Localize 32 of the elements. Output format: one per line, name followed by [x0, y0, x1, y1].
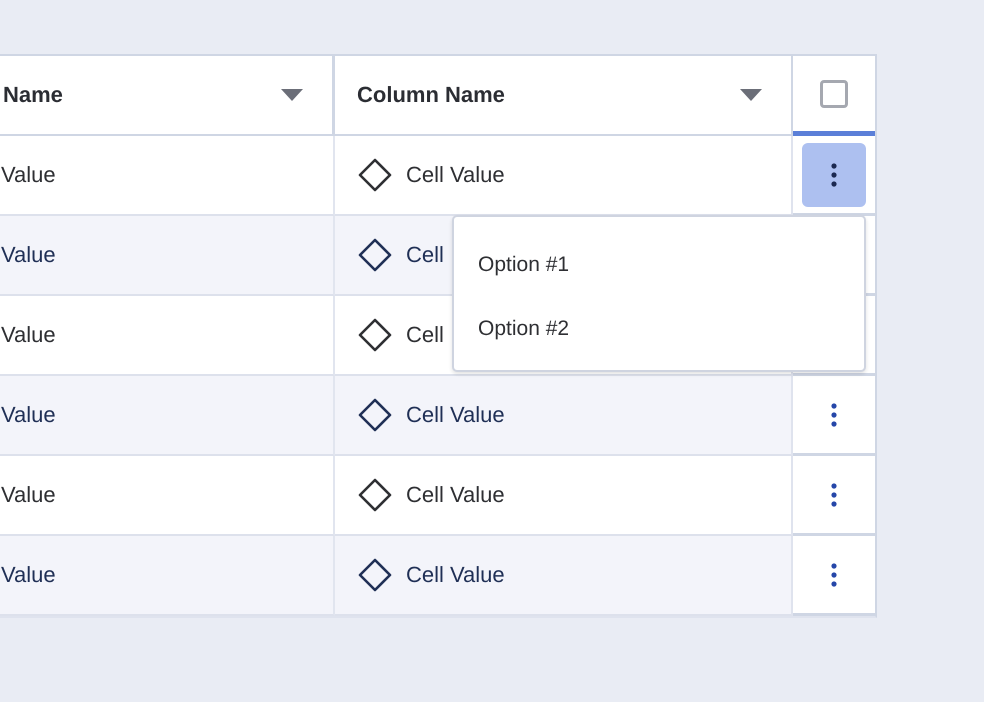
- table-cell: Value: [0, 456, 335, 536]
- diamond-icon: [358, 238, 392, 272]
- cell-text: Cell: [406, 242, 444, 268]
- more-icon: [831, 562, 837, 586]
- more-button[interactable]: [802, 142, 866, 206]
- caret-icon[interactable]: [280, 88, 304, 102]
- diamond-icon: [358, 158, 392, 192]
- diamond-icon: [358, 318, 392, 352]
- menu-item[interactable]: Option #2: [478, 313, 570, 345]
- table-cell: Value: [0, 136, 335, 216]
- diamond-icon: [358, 478, 392, 512]
- diamond-icon: [358, 398, 392, 432]
- cell-text: Cell Value: [406, 482, 505, 508]
- table-cell: Value: [0, 536, 335, 616]
- more-icon: [831, 482, 837, 506]
- column-title: Column Name: [357, 82, 505, 108]
- more-icon: [831, 162, 837, 186]
- cell-text: Cell Value: [406, 402, 505, 428]
- table-cell: Value: [0, 296, 335, 376]
- diamond-icon: [358, 558, 392, 592]
- column-header[interactable]: Name: [0, 56, 335, 136]
- cell-text: Cell: [406, 322, 444, 348]
- cell-text: Cell Value: [406, 162, 505, 188]
- table-cell: Value: [0, 216, 335, 296]
- more-icon: [831, 402, 837, 426]
- table-cell: Value: [0, 376, 335, 456]
- cell-text: Cell Value: [406, 562, 505, 588]
- column-header[interactable]: Column Name: [335, 56, 793, 136]
- menu-item[interactable]: Option #1: [478, 249, 570, 313]
- column-title: Name: [3, 82, 63, 108]
- caret-icon[interactable]: [739, 88, 763, 102]
- checkbox[interactable]: [820, 80, 848, 108]
